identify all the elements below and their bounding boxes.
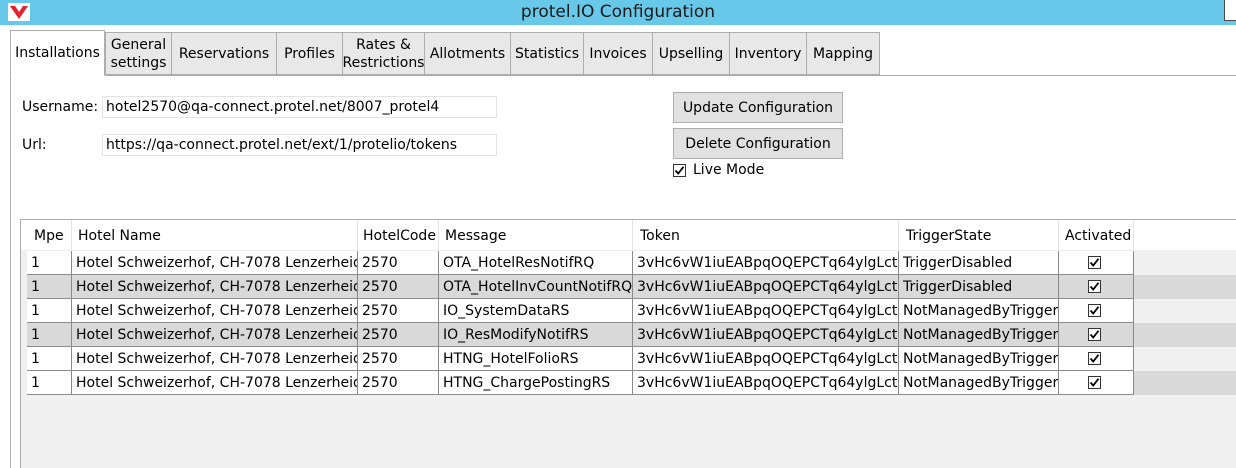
- column-header-hotel-code[interactable]: HotelCode: [358, 220, 439, 250]
- table-row[interactable]: 1 Hotel Schweizerhof, CH-7078 Lenzerheid…: [21, 251, 1236, 275]
- tab-allotments[interactable]: Allotments: [424, 32, 510, 75]
- cell-activated: [1059, 251, 1134, 275]
- cell-token: 3vHc6vW1iuEABpqOQEPCTq64ylgLctl3: [633, 323, 899, 347]
- checkmark-icon: [1089, 378, 1100, 387]
- tab-reservations[interactable]: Reservations: [171, 32, 276, 75]
- activated-checkbox[interactable]: [1088, 328, 1101, 341]
- table-row[interactable]: 1 Hotel Schweizerhof, CH-7078 Lenzerheid…: [21, 299, 1236, 323]
- activated-checkbox[interactable]: [1088, 280, 1101, 293]
- cell-mpe: 1: [27, 251, 72, 275]
- activated-checkbox[interactable]: [1088, 352, 1101, 365]
- cell-trigger-state: NotManagedByTrigger: [899, 371, 1059, 395]
- cell-hotel-name: Hotel Schweizerhof, CH-7078 Lenzerheide: [72, 251, 358, 275]
- row-filler: [1134, 371, 1236, 395]
- checkmark-icon: [1089, 282, 1100, 291]
- table-row[interactable]: 1 Hotel Schweizerhof, CH-7078 Lenzerheid…: [21, 323, 1236, 347]
- tab-general-settings[interactable]: General settings: [105, 32, 171, 75]
- activated-checkbox[interactable]: [1088, 304, 1101, 317]
- tab-statistics[interactable]: Statistics: [510, 32, 583, 75]
- installations-grid: Mpe Hotel Name HotelCode Message Token T…: [20, 219, 1236, 468]
- checkmark-icon: [1089, 258, 1100, 267]
- cell-token: 3vHc6vW1iuEABpqOQEPCTq64ylgLctl3: [633, 299, 899, 323]
- cell-activated: [1059, 299, 1134, 323]
- checkmark-icon: [1089, 306, 1100, 315]
- grid-header: Mpe Hotel Name HotelCode Message Token T…: [21, 220, 1236, 250]
- column-header-mpe[interactable]: Mpe: [27, 220, 72, 250]
- activated-checkbox[interactable]: [1088, 376, 1101, 389]
- cell-activated: [1059, 347, 1134, 371]
- column-header-activated[interactable]: Activated: [1059, 220, 1134, 250]
- cell-hotel-name: Hotel Schweizerhof, CH-7078 Lenzerheide: [72, 371, 358, 395]
- column-header-trigger-state[interactable]: TriggerState: [899, 220, 1059, 250]
- row-filler: [1134, 323, 1236, 347]
- cell-trigger-state: TriggerDisabled: [899, 251, 1059, 275]
- checkmark-icon: [1089, 354, 1100, 363]
- cell-hotel-code: 2570: [358, 299, 439, 323]
- update-configuration-button[interactable]: Update Configuration: [673, 92, 843, 123]
- url-label: Url:: [22, 137, 47, 153]
- url-field[interactable]: [102, 134, 497, 156]
- tab-mapping[interactable]: Mapping: [806, 32, 880, 75]
- delete-configuration-button[interactable]: Delete Configuration: [673, 128, 843, 159]
- cell-message: IO_SystemDataRS: [439, 299, 633, 323]
- cell-message: HTNG_HotelFolioRS: [439, 347, 633, 371]
- table-row[interactable]: 1 Hotel Schweizerhof, CH-7078 Lenzerheid…: [21, 275, 1236, 299]
- cell-token: 3vHc6vW1iuEABpqOQEPCTq64ylgLctl3: [633, 371, 899, 395]
- column-header-token[interactable]: Token: [633, 220, 899, 250]
- username-field[interactable]: [102, 96, 497, 118]
- column-header-message[interactable]: Message: [439, 220, 633, 250]
- tab-panel-border-left: [10, 75, 11, 468]
- tab-profiles[interactable]: Profiles: [276, 32, 342, 75]
- cell-message: HTNG_ChargePostingRS: [439, 371, 633, 395]
- cell-hotel-code: 2570: [358, 323, 439, 347]
- cell-hotel-code: 2570: [358, 371, 439, 395]
- cell-hotel-name: Hotel Schweizerhof, CH-7078 Lenzerheide: [72, 323, 358, 347]
- checkmark-icon: [1089, 330, 1100, 339]
- row-filler: [1134, 275, 1236, 299]
- tab-inventory[interactable]: Inventory: [729, 32, 806, 75]
- cell-activated: [1059, 275, 1134, 299]
- tab-invoices[interactable]: Invoices: [583, 32, 652, 75]
- cell-mpe: 1: [27, 275, 72, 299]
- table-row[interactable]: 1 Hotel Schweizerhof, CH-7078 Lenzerheid…: [21, 371, 1236, 395]
- cell-hotel-code: 2570: [358, 251, 439, 275]
- username-label: Username:: [22, 99, 99, 115]
- cell-token: 3vHc6vW1iuEABpqOQEPCTq64ylgLctl3: [633, 251, 899, 275]
- cell-message: OTA_HotelInvCountNotifRQ: [439, 275, 633, 299]
- cell-mpe: 1: [27, 347, 72, 371]
- cell-trigger-state: NotManagedByTrigger: [899, 347, 1059, 371]
- cell-trigger-state: NotManagedByTrigger: [899, 299, 1059, 323]
- cell-trigger-state: TriggerDisabled: [899, 275, 1059, 299]
- cell-hotel-code: 2570: [358, 275, 439, 299]
- cell-trigger-state: NotManagedByTrigger: [899, 323, 1059, 347]
- window-title: protel.IO Configuration: [520, 2, 716, 22]
- cell-mpe: 1: [27, 299, 72, 323]
- cell-hotel-name: Hotel Schweizerhof, CH-7078 Lenzerheide: [72, 347, 358, 371]
- live-mode-label: Live Mode: [693, 162, 765, 178]
- window-control-button[interactable]: [1224, 0, 1236, 21]
- cell-token: 3vHc6vW1iuEABpqOQEPCTq64ylgLctl3: [633, 347, 899, 371]
- cell-hotel-code: 2570: [358, 347, 439, 371]
- cell-message: IO_ResModifyNotifRS: [439, 323, 633, 347]
- cell-mpe: 1: [27, 371, 72, 395]
- cell-token: 3vHc6vW1iuEABpqOQEPCTq64ylgLctl3: [633, 275, 899, 299]
- table-row[interactable]: 1 Hotel Schweizerhof, CH-7078 Lenzerheid…: [21, 347, 1236, 371]
- tab-rates-restrictions[interactable]: Rates & Restrictions: [342, 32, 424, 75]
- cell-hotel-name: Hotel Schweizerhof, CH-7078 Lenzerheide: [72, 299, 358, 323]
- checkmark-icon: [674, 166, 685, 175]
- column-header-hotel-name[interactable]: Hotel Name: [72, 220, 358, 250]
- live-mode-checkbox[interactable]: [673, 164, 686, 177]
- cell-message: OTA_HotelResNotifRQ: [439, 251, 633, 275]
- tab-installations[interactable]: Installations: [10, 30, 105, 76]
- tab-panel-border: [10, 75, 1236, 76]
- cell-mpe: 1: [27, 323, 72, 347]
- cell-activated: [1059, 323, 1134, 347]
- cell-activated: [1059, 371, 1134, 395]
- activated-checkbox[interactable]: [1088, 256, 1101, 269]
- cell-hotel-name: Hotel Schweizerhof, CH-7078 Lenzerheide: [72, 275, 358, 299]
- title-bar: protel.IO Configuration: [0, 0, 1236, 25]
- tab-upselling[interactable]: Upselling: [652, 32, 729, 75]
